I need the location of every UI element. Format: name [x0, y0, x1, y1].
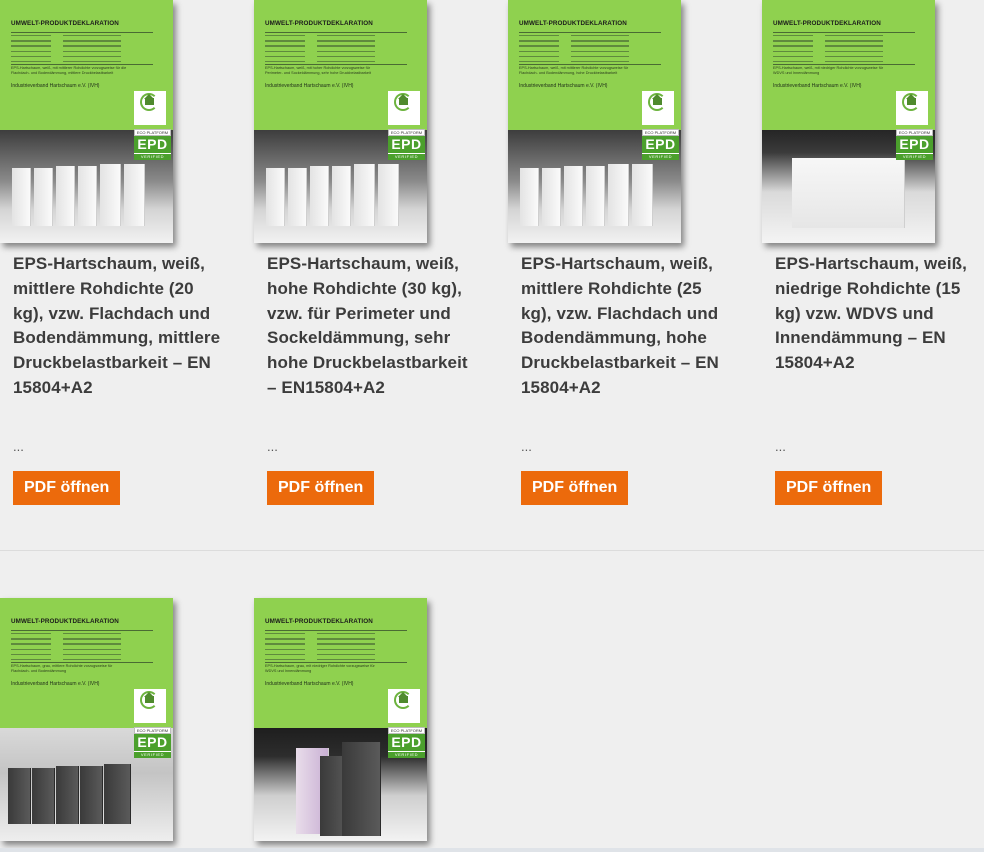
epd-verified-badge: ECO PLATFORM EPD VERIFIED	[642, 129, 679, 160]
epd-cover-thumbnail[interactable]: UMWELT-PRODUKTDEKLARATION EPS-Hartschaum…	[762, 0, 935, 243]
cover-header: UMWELT-PRODUKTDEKLARATION EPS-Hartschaum…	[508, 0, 681, 130]
page-bottom-edge	[0, 848, 984, 852]
cover-description: EPS-Hartschaum, grau, mittlere Rohdichte…	[11, 664, 113, 673]
cover-publisher: Industrieverband Hartschaum e.V. (IVH)	[773, 83, 862, 89]
cover-header: UMWELT-PRODUKTDEKLARATION EPS-Hartschaum…	[0, 0, 173, 130]
ellipsis: ...	[521, 439, 532, 454]
pdf-open-button[interactable]: PDF öffnen	[521, 471, 629, 505]
cover-header: UMWELT-PRODUKTDEKLARATION EPS-Hartschaum…	[254, 0, 427, 130]
pdf-open-button[interactable]: PDF öffnen	[267, 471, 375, 505]
cover-header: UMWELT-PRODUKTDEKLARATION EPS-Hartschaum…	[0, 598, 173, 728]
cover-description: EPS-Hartschaum, weiß, mit hoher Rohdicht…	[265, 66, 371, 75]
epd-cover-thumbnail[interactable]: UMWELT-PRODUKTDEKLARATION EPS-Hartschaum…	[0, 598, 173, 841]
cover-title: UMWELT-PRODUKTDEKLARATION	[519, 20, 627, 27]
ivh-logo-icon	[388, 689, 420, 723]
epd-verified-badge: ECO PLATFORM EPD VERIFIED	[896, 129, 933, 160]
epd-verified-badge: ECO PLATFORM EPD VERIFIED	[134, 727, 171, 758]
pdf-open-button[interactable]: PDF öffnen	[775, 471, 883, 505]
cover-publisher: Industrieverband Hartschaum e.V. (IVH)	[11, 83, 100, 89]
ellipsis: ...	[13, 439, 24, 454]
ivh-logo-icon	[388, 91, 420, 125]
epd-cover-thumbnail[interactable]: UMWELT-PRODUKTDEKLARATION EPS-Hartschaum…	[254, 598, 427, 841]
pdf-open-button[interactable]: PDF öffnen	[13, 471, 121, 505]
cover-header: UMWELT-PRODUKTDEKLARATION EPS-Hartschaum…	[762, 0, 935, 130]
ivh-logo-icon	[134, 689, 166, 723]
product-description: EPS-Hartschaum, weiß, niedrige Rohdichte…	[775, 254, 967, 373]
epd-cover-thumbnail[interactable]: UMWELT-PRODUKTDEKLARATION EPS-Hartschaum…	[0, 0, 173, 243]
cover-title: UMWELT-PRODUKTDEKLARATION	[265, 618, 373, 625]
product-card: UMWELT-PRODUKTDEKLARATION EPS-Hartschaum…	[254, 0, 474, 520]
cover-description: EPS-Hartschaum, weiß, mit mittlerer Rohd…	[519, 66, 629, 75]
ivh-logo-icon	[134, 91, 166, 125]
product-card: UMWELT-PRODUKTDEKLARATION EPS-Hartschaum…	[254, 598, 474, 848]
ellipsis: ...	[775, 439, 786, 454]
ivh-logo-icon	[642, 91, 674, 125]
epd-cover-thumbnail[interactable]: UMWELT-PRODUKTDEKLARATION EPS-Hartschaum…	[508, 0, 681, 243]
cover-description: EPS-Hartschaum, grau, mit niedriger Rohd…	[265, 664, 375, 673]
product-description: EPS-Hartschaum, weiß, hohe Rohdichte (30…	[267, 254, 468, 397]
cover-publisher: Industrieverband Hartschaum e.V. (IVH)	[11, 681, 100, 687]
cover-title: UMWELT-PRODUKTDEKLARATION	[773, 20, 881, 27]
ellipsis: ...	[267, 439, 278, 454]
cover-publisher: Industrieverband Hartschaum e.V. (IVH)	[265, 681, 354, 687]
cover-description: EPS-Hartschaum, weiß, mit niedriger Rohd…	[773, 66, 884, 75]
product-description: EPS-Hartschaum, weiß, mittlere Rohdichte…	[521, 254, 719, 397]
cover-title: UMWELT-PRODUKTDEKLARATION	[265, 20, 373, 27]
product-description: EPS-Hartschaum, weiß, mittlere Rohdichte…	[13, 254, 221, 397]
ivh-logo-icon	[896, 91, 928, 125]
cover-title: UMWELT-PRODUKTDEKLARATION	[11, 20, 119, 27]
cover-header: UMWELT-PRODUKTDEKLARATION EPS-Hartschaum…	[254, 598, 427, 728]
product-card: UMWELT-PRODUKTDEKLARATION EPS-Hartschaum…	[762, 0, 982, 520]
product-card: UMWELT-PRODUKTDEKLARATION EPS-Hartschaum…	[0, 598, 220, 848]
cover-publisher: Industrieverband Hartschaum e.V. (IVH)	[519, 83, 608, 89]
epd-verified-badge: ECO PLATFORM EPD VERIFIED	[388, 727, 425, 758]
cover-title: UMWELT-PRODUKTDEKLARATION	[11, 618, 119, 625]
epd-verified-badge: ECO PLATFORM EPD VERIFIED	[134, 129, 171, 160]
epd-cover-thumbnail[interactable]: UMWELT-PRODUKTDEKLARATION EPS-Hartschaum…	[254, 0, 427, 243]
epd-verified-badge: ECO PLATFORM EPD VERIFIED	[388, 129, 425, 160]
row-divider	[0, 550, 984, 551]
cover-publisher: Industrieverband Hartschaum e.V. (IVH)	[265, 83, 354, 89]
product-card: UMWELT-PRODUKTDEKLARATION EPS-Hartschaum…	[508, 0, 728, 520]
cover-description: EPS-Hartschaum, weiß, mit mittlerer Rohd…	[11, 66, 127, 75]
product-card: UMWELT-PRODUKTDEKLARATION EPS-Hartschaum…	[0, 0, 220, 520]
